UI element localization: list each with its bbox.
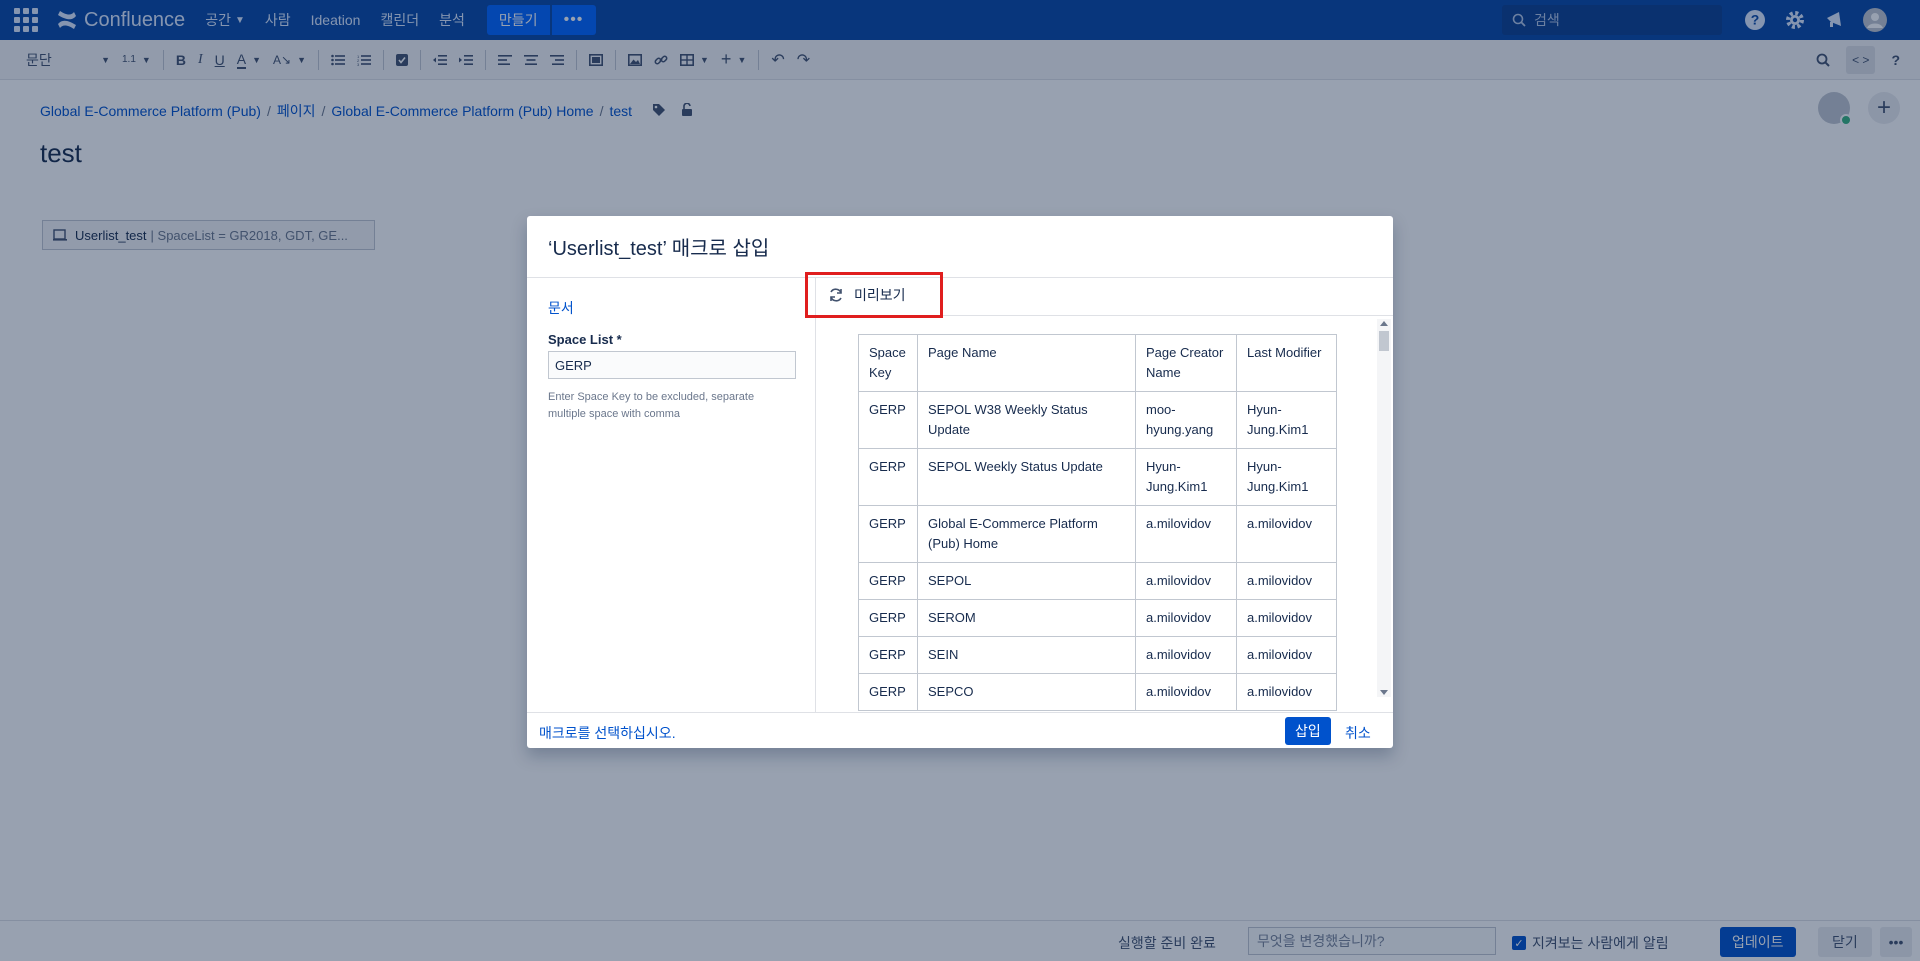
column-header: Page Creator Name bbox=[1135, 334, 1237, 392]
table-cell: GERP bbox=[858, 636, 918, 674]
table-cell: a.milovidov bbox=[1236, 636, 1337, 674]
table-cell: GERP bbox=[858, 599, 918, 637]
table-cell: moo-hyung.yang bbox=[1135, 391, 1237, 449]
table-cell: a.milovidov bbox=[1135, 562, 1237, 600]
table-cell: GERP bbox=[858, 448, 918, 506]
table-cell: SEPOL bbox=[917, 562, 1136, 600]
table-cell: GERP bbox=[858, 505, 918, 563]
refresh-icon bbox=[830, 288, 842, 302]
table-row: GERP SEPOL Weekly Status Update Hyun-Jung.… bbox=[858, 448, 1337, 506]
table-header-row: Space Key Page Name Page Creator Name La… bbox=[858, 334, 1337, 392]
table-cell: Hyun-Jung.Kim1 bbox=[1236, 448, 1337, 506]
column-header: Last Modifier bbox=[1236, 334, 1337, 392]
insert-button[interactable]: 삽입 bbox=[1285, 717, 1331, 745]
table-cell: SEIN bbox=[917, 636, 1136, 674]
cancel-button[interactable]: 취소 bbox=[1345, 723, 1371, 743]
table-cell: Hyun-Jung.Kim1 bbox=[1236, 391, 1337, 449]
table-row: GERP SEPOL W38 Weekly Status Update moo-hy… bbox=[858, 391, 1337, 449]
documentation-link[interactable]: 문서 bbox=[548, 298, 794, 318]
table-cell: a.milovidov bbox=[1236, 673, 1337, 711]
table-cell: a.milovidov bbox=[1236, 505, 1337, 563]
column-header: Page Name bbox=[917, 334, 1136, 392]
table-row: GERP SEPCO a.milovidov a.milovidov bbox=[858, 673, 1337, 711]
table-cell: a.milovidov bbox=[1236, 562, 1337, 600]
space-list-input[interactable]: GERP bbox=[548, 351, 796, 379]
scrollbar-thumb[interactable] bbox=[1379, 331, 1389, 351]
preview-button[interactable]: 미리보기 bbox=[805, 272, 943, 318]
space-list-hint: Enter Space Key to be excluded, separate… bbox=[548, 391, 755, 420]
table-row: GERP SEIN a.milovidov a.milovidov bbox=[858, 636, 1337, 674]
table-row: GERP Global E-Commerce Platform (Pub) Hom… bbox=[858, 505, 1337, 563]
table-cell: SEROM bbox=[917, 599, 1136, 637]
table-cell: a.milovidov bbox=[1135, 599, 1237, 637]
preview-table: Space Key Page Name Page Creator Name La… bbox=[858, 334, 1337, 711]
table-cell: a.milovidov bbox=[1135, 673, 1237, 711]
table-cell: a.milovidov bbox=[1135, 636, 1237, 674]
table-cell: Hyun-Jung.Kim1 bbox=[1135, 448, 1237, 506]
dialog-footer: 매크로를 선택하십시오. 삽입 취소 bbox=[527, 712, 1393, 748]
table-cell: a.milovidov bbox=[1236, 599, 1337, 637]
insert-macro-dialog: ‘Userlist_test’ 매크로 삽입 문서 Space List * G… bbox=[527, 216, 1393, 748]
macro-preview-area: Space Key Page Name Page Creator Name La… bbox=[817, 317, 1383, 712]
column-header: Space Key bbox=[858, 334, 918, 392]
select-macro-link[interactable]: 매크로를 선택하십시오. bbox=[539, 723, 676, 743]
scroll-up-arrow-icon[interactable] bbox=[1380, 321, 1388, 326]
table-cell: GERP bbox=[858, 673, 918, 711]
table-row: GERP SEROM a.milovidov a.milovidov bbox=[858, 599, 1337, 637]
table-cell: a.milovidov bbox=[1135, 505, 1237, 563]
table-row: GERP SEPOL a.milovidov a.milovidov bbox=[858, 562, 1337, 600]
preview-scrollbar[interactable] bbox=[1377, 319, 1391, 697]
table-cell: SEPOL Weekly Status Update bbox=[917, 448, 1136, 506]
table-cell: GERP bbox=[858, 391, 918, 449]
dialog-title: ‘Userlist_test’ 매크로 삽입 bbox=[527, 216, 1393, 278]
table-cell: GERP bbox=[858, 562, 918, 600]
table-cell: SEPOL W38 Weekly Status Update bbox=[917, 391, 1136, 449]
table-cell: SEPCO bbox=[917, 673, 1136, 711]
space-list-label: Space List * bbox=[548, 332, 622, 347]
scroll-down-arrow-icon[interactable] bbox=[1380, 690, 1388, 695]
preview-label: 미리보기 bbox=[854, 287, 906, 303]
table-cell: Global E-Commerce Platform (Pub) Home bbox=[917, 505, 1136, 563]
macro-parameters-panel: 문서 Space List * GERP Enter Space Key to … bbox=[527, 278, 816, 712]
